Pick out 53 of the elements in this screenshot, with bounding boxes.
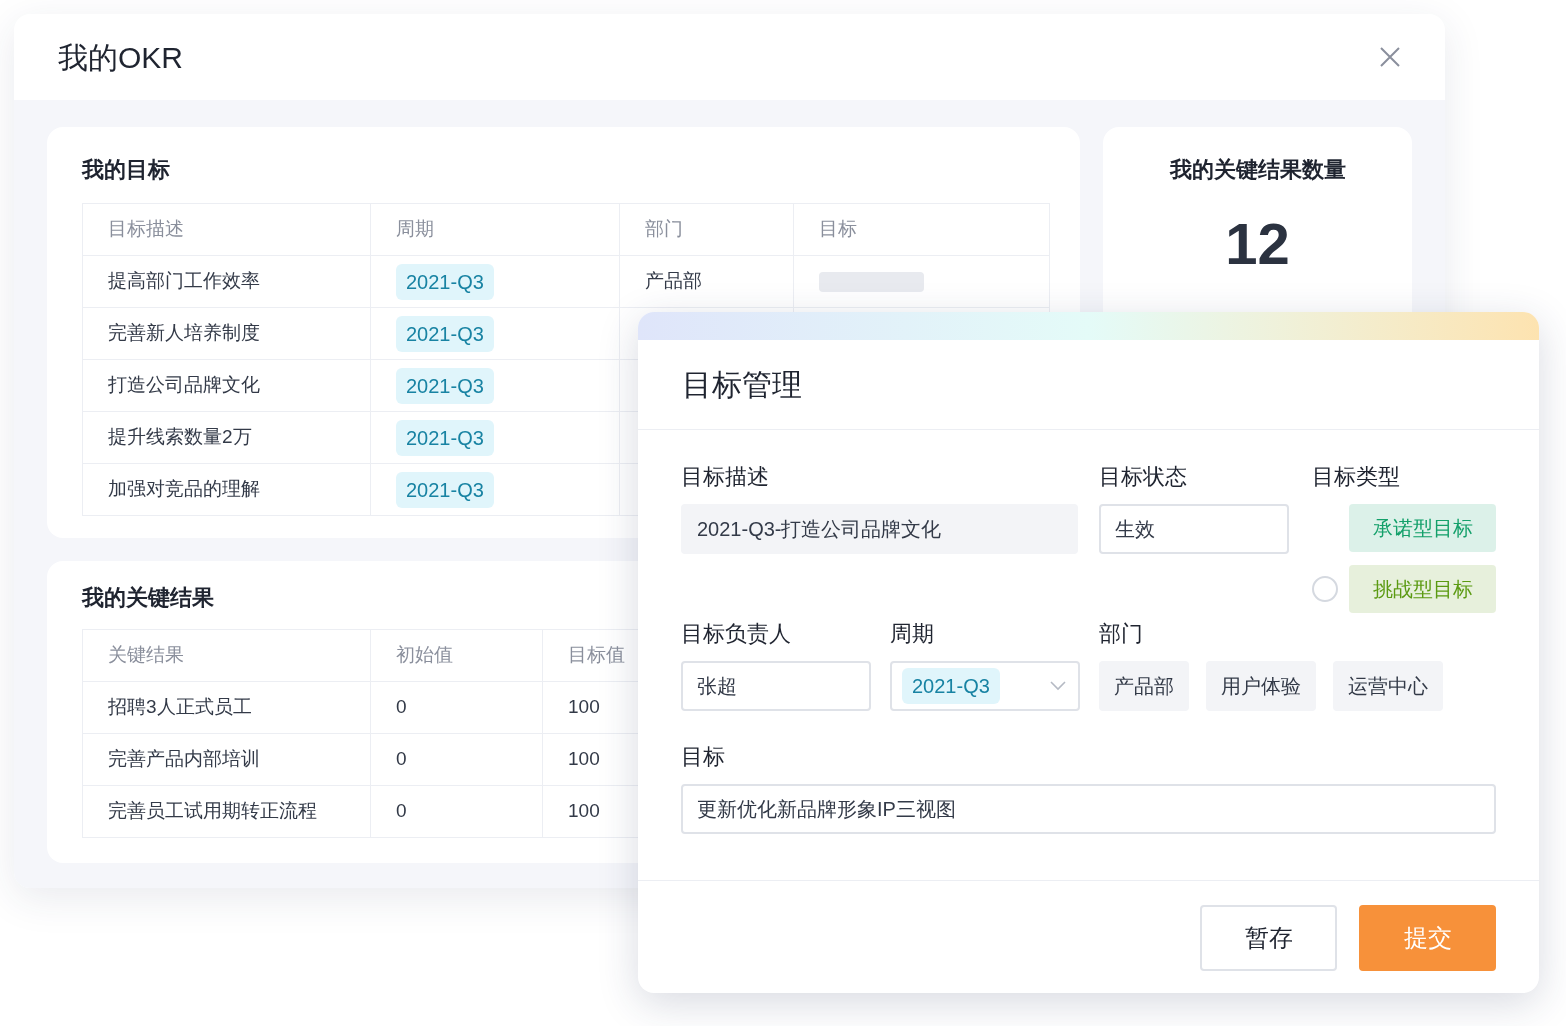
- table-cell-text: 100: [568, 695, 600, 720]
- table-cell-text: 提升线索数量2万: [108, 425, 252, 450]
- owner-field[interactable]: 张超: [681, 661, 871, 711]
- period-select[interactable]: 2021-Q3: [890, 661, 1080, 711]
- field-label: 目标: [681, 744, 726, 770]
- period-tag: 2021-Q3: [396, 471, 494, 508]
- table-cell-text: 0: [396, 695, 407, 720]
- department-chip[interactable]: 运营中心: [1333, 661, 1443, 711]
- column-header: 目标描述: [108, 217, 184, 242]
- table-cell-text: 完善员工试用期转正流程: [108, 799, 317, 824]
- goal-field[interactable]: 更新优化新品牌形象IP三视图: [681, 784, 1496, 834]
- period-tag: 2021-Q3: [902, 668, 1000, 704]
- table-cell-text: 100: [568, 799, 600, 824]
- table-cell-text: 0: [396, 799, 407, 824]
- table-cell-text: 0: [396, 747, 407, 772]
- table-cell-text: 完善产品内部培训: [108, 747, 260, 772]
- dialog-title: 目标管理: [682, 367, 802, 403]
- table-cell-text: 产品部: [645, 269, 702, 294]
- field-label: 目标类型: [1312, 464, 1401, 490]
- period-tag: 2021-Q3: [396, 419, 494, 456]
- window-title: 我的OKR: [58, 39, 183, 76]
- card-title: 我的目标: [82, 156, 171, 183]
- description-field[interactable]: 2021-Q3-打造公司品牌文化: [681, 504, 1078, 554]
- field-label: 部门: [1099, 621, 1144, 647]
- column-header: 目标: [819, 217, 857, 242]
- card-title: 我的关键结果: [82, 584, 215, 611]
- field-label: 目标描述: [681, 464, 770, 490]
- column-header: 关键结果: [108, 643, 184, 668]
- period-tag: 2021-Q3: [396, 315, 494, 352]
- table-cell-text: 100: [568, 747, 600, 772]
- table-cell-text: 提高部门工作效率: [108, 269, 260, 294]
- table-cell-text: 招聘3人正式员工: [108, 695, 252, 720]
- department-chip[interactable]: 产品部: [1099, 661, 1189, 711]
- count-value: 12: [1225, 210, 1290, 278]
- field-label: 周期: [890, 621, 935, 647]
- status-field[interactable]: 生效: [1099, 504, 1289, 554]
- column-header: 初始值: [396, 643, 453, 668]
- column-header: 部门: [645, 217, 683, 242]
- table-cell-text: 加强对竞品的理解: [108, 477, 260, 502]
- department-chip[interactable]: 用户体验: [1206, 661, 1316, 711]
- period-tag: 2021-Q3: [396, 367, 494, 404]
- card-title: 我的关键结果数量: [1169, 156, 1346, 184]
- radio-button[interactable]: [1312, 576, 1338, 602]
- column-header: 目标值: [568, 643, 625, 668]
- save-draft-button[interactable]: 暂存: [1200, 905, 1337, 971]
- table-cell-text: 完善新人培养制度: [108, 321, 260, 346]
- chevron-down-icon: [1050, 681, 1066, 691]
- column-header: 周期: [396, 217, 434, 242]
- period-tag: 2021-Q3: [396, 263, 494, 300]
- close-icon[interactable]: [1379, 46, 1401, 68]
- field-label: 目标状态: [1099, 464, 1188, 490]
- field-label: 目标负责人: [681, 621, 792, 647]
- table-cell-text: 打造公司品牌文化: [108, 373, 260, 398]
